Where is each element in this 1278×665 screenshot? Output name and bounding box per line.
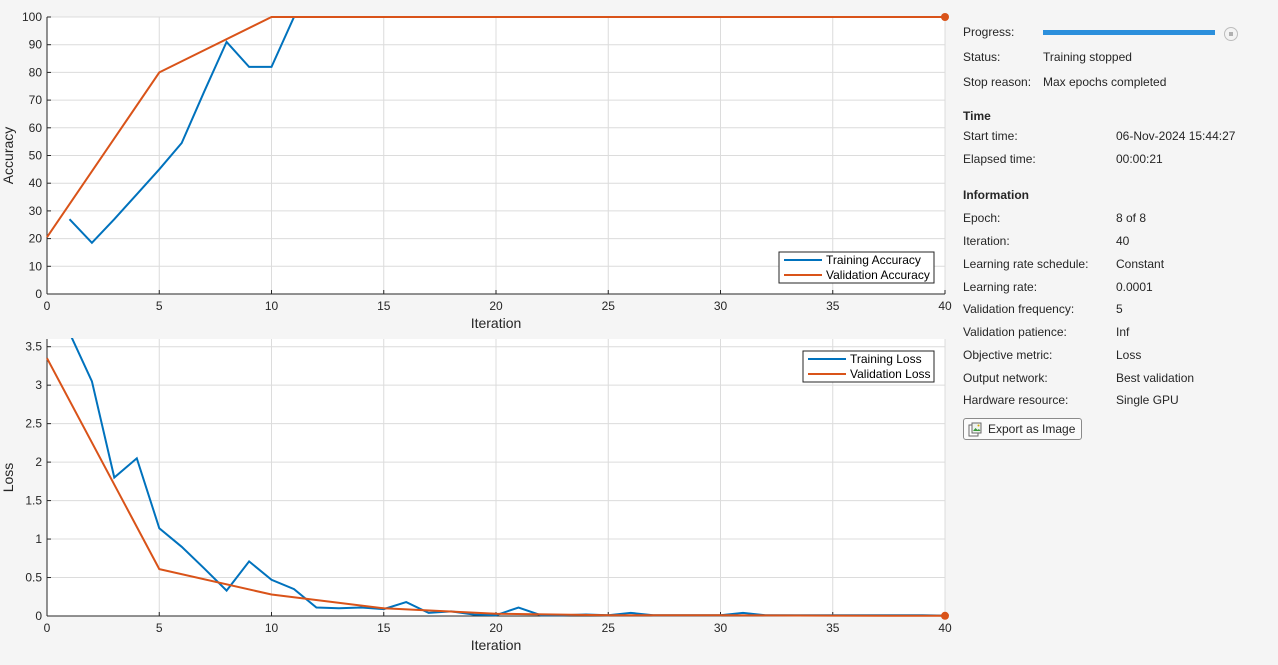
accuracy-y-tick-label: 70 bbox=[29, 93, 43, 107]
learning-rate-schedule-value: Constant bbox=[1116, 257, 1165, 271]
stop-icon bbox=[1229, 32, 1233, 36]
accuracy-x-tick-label: 30 bbox=[714, 299, 728, 313]
stop-training-button[interactable] bbox=[1224, 27, 1238, 41]
accuracy-y-tick-label: 20 bbox=[29, 232, 43, 246]
export-image-icon bbox=[968, 422, 982, 436]
hardware-resource-value: Single GPU bbox=[1116, 393, 1179, 407]
training-info-panel: Progress: Status: Training stopped Stop … bbox=[963, 0, 1278, 664]
validation-frequency-value: 5 bbox=[1116, 302, 1123, 316]
validation-accuracy-final-marker bbox=[941, 13, 949, 21]
loss-x-tick-label: 10 bbox=[265, 621, 279, 635]
hardware-resource-label: Hardware resource: bbox=[963, 393, 1069, 407]
accuracy-x-axis-title: Iteration bbox=[471, 315, 522, 331]
loss-y-tick-label: 1.5 bbox=[25, 494, 42, 508]
accuracy-y-tick-label: 30 bbox=[29, 204, 43, 218]
output-network-value: Best validation bbox=[1116, 371, 1195, 385]
accuracy-legend: Training AccuracyValidation Accuracy bbox=[778, 251, 935, 284]
loss-y-axis-title: Loss bbox=[0, 463, 16, 493]
export-as-image-label: Export as Image bbox=[988, 422, 1076, 436]
loss-x-axis-title: Iteration bbox=[471, 637, 522, 653]
validation-frequency-label: Validation frequency: bbox=[963, 302, 1075, 316]
elapsed-time-label: Elapsed time: bbox=[963, 152, 1036, 166]
accuracy-y-axis-title: Accuracy bbox=[0, 127, 16, 185]
iteration-value: 40 bbox=[1116, 234, 1130, 248]
accuracy-y-tick-label: 40 bbox=[29, 176, 43, 190]
stop-reason-value: Max epochs completed bbox=[1043, 75, 1167, 89]
accuracy-y-tick-label: 60 bbox=[29, 121, 43, 135]
learning-rate-label: Learning rate: bbox=[963, 280, 1038, 294]
progress-bar-fill bbox=[1043, 30, 1215, 35]
objective-metric-label: Objective metric: bbox=[963, 348, 1053, 362]
export-as-image-button[interactable]: Export as Image bbox=[963, 418, 1083, 440]
accuracy-y-tick-label: 100 bbox=[22, 10, 42, 24]
validation-accuracy-legend-label: Validation Accuracy bbox=[826, 268, 930, 282]
loss-x-tick-label: 0 bbox=[44, 621, 51, 635]
accuracy-x-tick-label: 15 bbox=[377, 299, 391, 313]
loss-x-tick-label: 15 bbox=[377, 621, 391, 635]
status-value: Training stopped bbox=[1043, 50, 1132, 64]
accuracy-x-tick-label: 5 bbox=[156, 299, 163, 313]
learning-rate-schedule-label: Learning rate schedule: bbox=[963, 257, 1089, 271]
loss-y-tick-label: 3 bbox=[35, 378, 42, 392]
elapsed-time-value: 00:00:21 bbox=[1116, 152, 1163, 166]
loss-y-tick-label: 2.5 bbox=[25, 417, 42, 431]
training-progress-plots: 0 5 10 15 20 25 30 35 40 0 10 20 30 40 50 60 70 80 90 100 It… bbox=[0, 0, 960, 664]
progress-bar bbox=[1043, 30, 1215, 35]
progress-label: Progress: bbox=[963, 25, 1015, 39]
start-time-value: 06-Nov-2024 15:44:27 bbox=[1116, 129, 1236, 143]
output-network-label: Output network: bbox=[963, 371, 1048, 385]
epoch-label: Epoch: bbox=[963, 211, 1001, 225]
training-accuracy-legend-label: Training Accuracy bbox=[826, 253, 921, 267]
loss-x-tick-label: 30 bbox=[714, 621, 728, 635]
stop-reason-label: Stop reason: bbox=[963, 75, 1032, 89]
loss-x-tick-label: 5 bbox=[156, 621, 163, 635]
accuracy-y-tick-label: 90 bbox=[29, 38, 43, 52]
validation-loss-final-marker bbox=[941, 611, 949, 620]
loss-x-tick-label: 40 bbox=[938, 621, 952, 635]
loss-x-tick-label: 20 bbox=[489, 621, 503, 635]
objective-metric-value: Loss bbox=[1116, 348, 1142, 362]
accuracy-y-tick-label: 80 bbox=[29, 65, 43, 79]
validation-patience-value: Inf bbox=[1116, 325, 1130, 339]
accuracy-x-tick-label: 0 bbox=[44, 299, 51, 313]
accuracy-y-tick-label: 0 bbox=[35, 287, 42, 301]
accuracy-x-tick-label: 10 bbox=[265, 299, 279, 313]
loss-y-tick-label: 0 bbox=[35, 609, 42, 623]
accuracy-chart: 0 5 10 15 20 25 30 35 40 0 10 20 30 40 50 60 70 80 90 100 It… bbox=[0, 10, 952, 331]
accuracy-x-tick-label: 20 bbox=[489, 299, 503, 313]
validation-loss-legend-label: Validation Loss bbox=[850, 367, 931, 381]
loss-x-tick-label: 25 bbox=[602, 621, 616, 635]
accuracy-y-tick-label: 50 bbox=[29, 149, 43, 163]
validation-patience-label: Validation patience: bbox=[963, 325, 1067, 339]
accuracy-x-tick-label: 40 bbox=[938, 299, 952, 313]
time-heading: Time bbox=[963, 109, 991, 123]
epoch-value: 8 of 8 bbox=[1116, 211, 1147, 225]
loss-y-tick-label: 1 bbox=[35, 532, 42, 546]
loss-chart: 0 5 10 15 20 25 30 35 40 0 0.5 1 1.5 2 2.5 3 3.5 Iteratio… bbox=[0, 338, 952, 653]
iteration-label: Iteration: bbox=[963, 234, 1010, 248]
loss-y-tick-label: 0.5 bbox=[25, 571, 42, 585]
start-time-label: Start time: bbox=[963, 129, 1018, 143]
accuracy-x-tick-label: 25 bbox=[602, 299, 616, 313]
learning-rate-value: 0.0001 bbox=[1116, 280, 1153, 294]
status-label: Status: bbox=[963, 50, 1001, 64]
loss-y-tick-label: 2 bbox=[35, 455, 42, 469]
loss-legend: Training LossValidation Loss bbox=[802, 350, 935, 383]
loss-x-tick-label: 35 bbox=[826, 621, 840, 635]
information-heading: Information bbox=[963, 188, 1029, 202]
accuracy-y-tick-label: 10 bbox=[29, 259, 43, 273]
training-loss-legend-label: Training Loss bbox=[850, 352, 922, 366]
accuracy-x-tick-label: 35 bbox=[826, 299, 840, 313]
loss-y-tick-label: 3.5 bbox=[25, 340, 42, 354]
